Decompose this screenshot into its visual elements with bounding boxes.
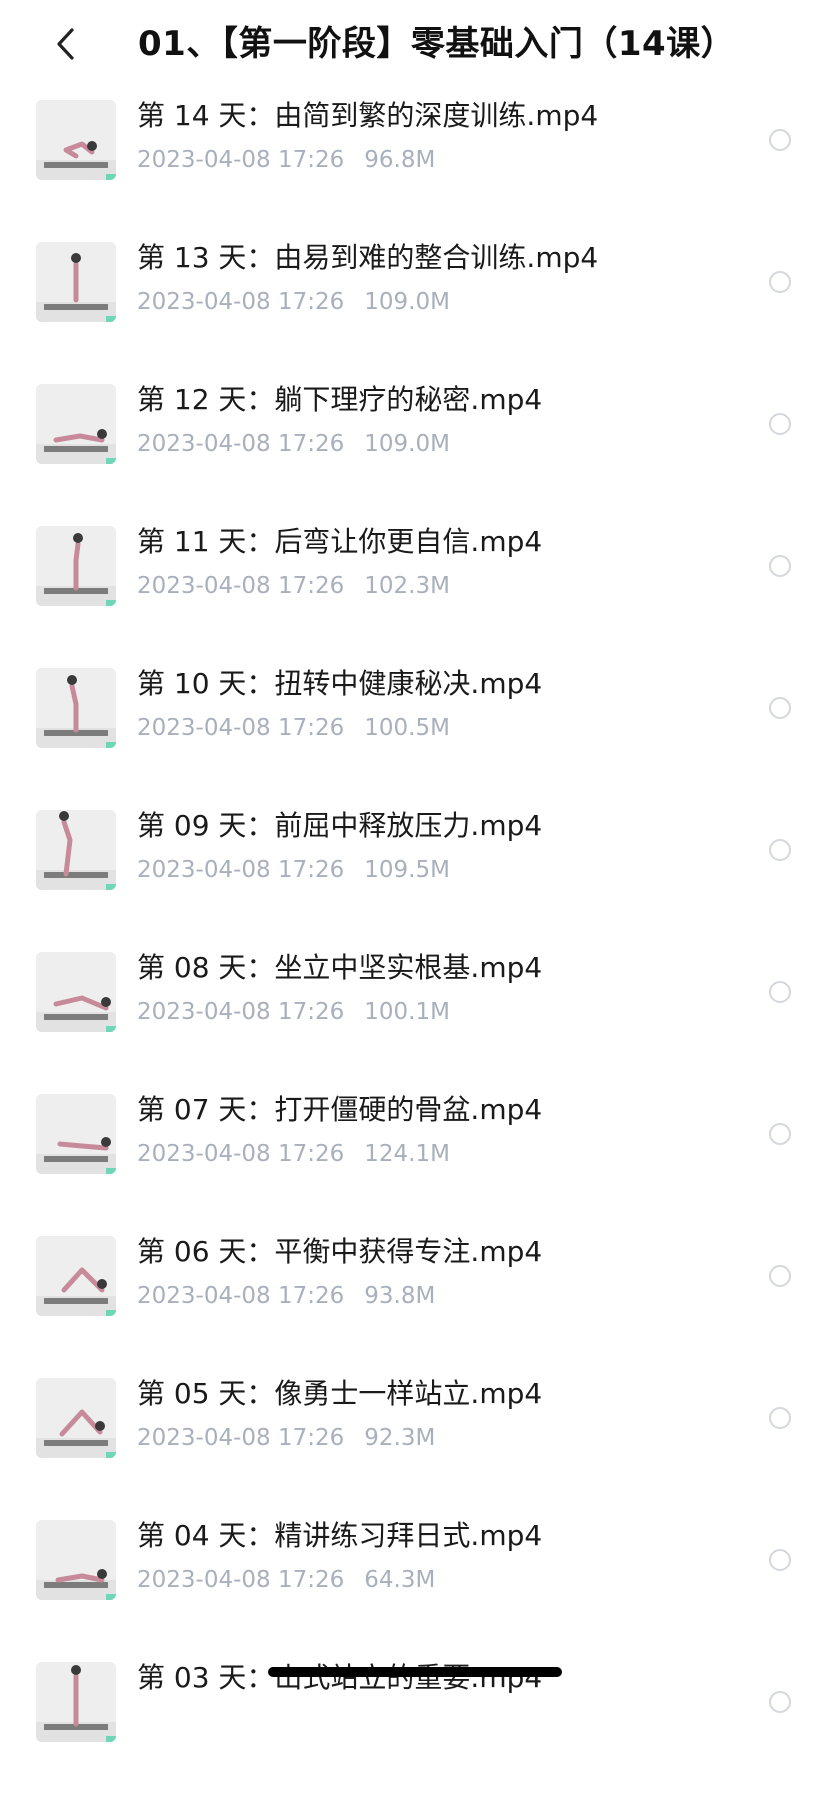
file-date: 2023-04-08 17:26	[137, 573, 345, 599]
nav-header: 01、【第一阶段】零基础入门（14课）	[0, 0, 828, 90]
file-name: 第 09 天：前屈中释放压力.mp4	[137, 809, 543, 842]
video-thumbnail	[36, 1662, 116, 1742]
file-row[interactable]: 第 11 天：后弯让你更自信.mp4 2023-04-08 17:26 102.3M	[0, 525, 828, 668]
select-radio[interactable]	[769, 839, 791, 861]
file-meta: 2023-04-08 17:26 96.8M	[137, 144, 435, 176]
file-name: 第 12 天：躺下理疗的秘密.mp4	[137, 383, 543, 416]
file-date: 2023-04-08 17:26	[137, 857, 345, 883]
select-radio[interactable]	[769, 555, 791, 577]
file-row[interactable]: 第 13 天：由易到难的整合训练.mp4 2023-04-08 17:26 109.…	[0, 241, 828, 384]
back-button[interactable]	[44, 22, 88, 66]
file-date: 2023-04-08 17:26	[137, 431, 345, 457]
file-row[interactable]: 第 07 天：打开僵硬的骨盆.mp4 2023-04-08 17:26 124.1M	[0, 1093, 828, 1236]
video-thumbnail	[36, 1236, 116, 1316]
file-size: 109.0M	[364, 289, 450, 315]
file-name: 第 14 天：由简到繁的深度训练.mp4	[137, 99, 599, 132]
video-thumbnail	[36, 668, 116, 748]
file-date: 2023-04-08 17:26	[137, 1567, 345, 1593]
file-row[interactable]: 第 08 天：坐立中坚实根基.mp4 2023-04-08 17:26 100.1M	[0, 951, 828, 1094]
file-meta: 2023-04-08 17:26 100.1M	[137, 996, 450, 1028]
select-radio[interactable]	[769, 271, 791, 293]
file-name: 第 11 天：后弯让你更自信.mp4	[137, 525, 543, 558]
file-meta: 2023-04-08 17:26 93.8M	[137, 1280, 435, 1312]
file-row[interactable]: 第 03 天：山式站立的重要.mp4	[0, 1661, 828, 1804]
file-meta: 2023-04-08 17:26 102.3M	[137, 570, 450, 602]
file-size: 100.1M	[364, 999, 450, 1025]
file-size: 102.3M	[364, 573, 450, 599]
video-thumbnail	[36, 952, 116, 1032]
file-size: 109.5M	[364, 857, 450, 883]
file-date: 2023-04-08 17:26	[137, 1283, 345, 1309]
file-row[interactable]: 第 14 天：由简到繁的深度训练.mp4 2023-04-08 17:26 96.8…	[0, 99, 828, 242]
file-size: 93.8M	[364, 1283, 436, 1309]
file-size: 124.1M	[364, 1141, 450, 1167]
file-name: 第 07 天：打开僵硬的骨盆.mp4	[137, 1093, 543, 1126]
page-title: 01、【第一阶段】零基础入门（14课）	[138, 24, 736, 64]
file-size: 100.5M	[364, 715, 450, 741]
file-row[interactable]: 第 09 天：前屈中释放压力.mp4 2023-04-08 17:26 109.5M	[0, 809, 828, 952]
video-thumbnail	[36, 384, 116, 464]
select-radio[interactable]	[769, 1407, 791, 1429]
file-row[interactable]: 第 04 天：精讲练习拜日式.mp4 2023-04-08 17:26 64.3M	[0, 1519, 828, 1662]
file-meta: 2023-04-08 17:26 124.1M	[137, 1138, 450, 1170]
file-date: 2023-04-08 17:26	[137, 1141, 345, 1167]
file-size: 96.8M	[364, 147, 436, 173]
file-name: 第 05 天：像勇士一样站立.mp4	[137, 1377, 543, 1410]
file-size: 92.3M	[364, 1425, 436, 1451]
file-meta: 2023-04-08 17:26 109.0M	[137, 428, 450, 460]
file-row[interactable]: 第 05 天：像勇士一样站立.mp4 2023-04-08 17:26 92.3M	[0, 1377, 828, 1520]
file-row[interactable]: 第 10 天：扭转中健康秘决.mp4 2023-04-08 17:26 100.5M	[0, 667, 828, 810]
select-radio[interactable]	[769, 413, 791, 435]
select-radio[interactable]	[769, 1265, 791, 1287]
file-meta: 2023-04-08 17:26 64.3M	[137, 1564, 435, 1596]
file-date: 2023-04-08 17:26	[137, 147, 345, 173]
file-date: 2023-04-08 17:26	[137, 1425, 345, 1451]
file-name: 第 08 天：坐立中坚实根基.mp4	[137, 951, 543, 984]
file-name: 第 10 天：扭转中健康秘决.mp4	[137, 667, 543, 700]
file-row[interactable]: 第 06 天：平衡中获得专注.mp4 2023-04-08 17:26 93.8M	[0, 1235, 828, 1378]
video-thumbnail	[36, 1094, 116, 1174]
video-thumbnail	[36, 100, 116, 180]
home-indicator	[268, 1667, 562, 1677]
file-size: 64.3M	[364, 1567, 436, 1593]
video-thumbnail	[36, 242, 116, 322]
file-row[interactable]: 第 12 天：躺下理疗的秘密.mp4 2023-04-08 17:26 109.0M	[0, 383, 828, 526]
select-radio[interactable]	[769, 1549, 791, 1571]
file-meta: 2023-04-08 17:26 100.5M	[137, 712, 450, 744]
file-name: 第 06 天：平衡中获得专注.mp4	[137, 1235, 543, 1268]
file-meta: 2023-04-08 17:26 109.5M	[137, 854, 450, 886]
file-size: 109.0M	[364, 431, 450, 457]
chevron-left-icon	[57, 28, 74, 60]
select-radio[interactable]	[769, 981, 791, 1003]
select-radio[interactable]	[769, 1691, 791, 1713]
video-thumbnail	[36, 526, 116, 606]
select-radio[interactable]	[769, 697, 791, 719]
file-name: 第 13 天：由易到难的整合训练.mp4	[137, 241, 599, 274]
video-thumbnail	[36, 1378, 116, 1458]
file-date: 2023-04-08 17:26	[137, 999, 345, 1025]
file-date: 2023-04-08 17:26	[137, 715, 345, 741]
select-radio[interactable]	[769, 129, 791, 151]
file-meta	[137, 1706, 157, 1738]
video-thumbnail	[36, 810, 116, 890]
file-name: 第 04 天：精讲练习拜日式.mp4	[137, 1519, 543, 1552]
video-thumbnail	[36, 1520, 116, 1600]
file-date: 2023-04-08 17:26	[137, 289, 345, 315]
select-radio[interactable]	[769, 1123, 791, 1145]
file-meta: 2023-04-08 17:26 109.0M	[137, 286, 450, 318]
file-name: 第 03 天：山式站立的重要.mp4	[137, 1661, 543, 1694]
file-meta: 2023-04-08 17:26 92.3M	[137, 1422, 435, 1454]
